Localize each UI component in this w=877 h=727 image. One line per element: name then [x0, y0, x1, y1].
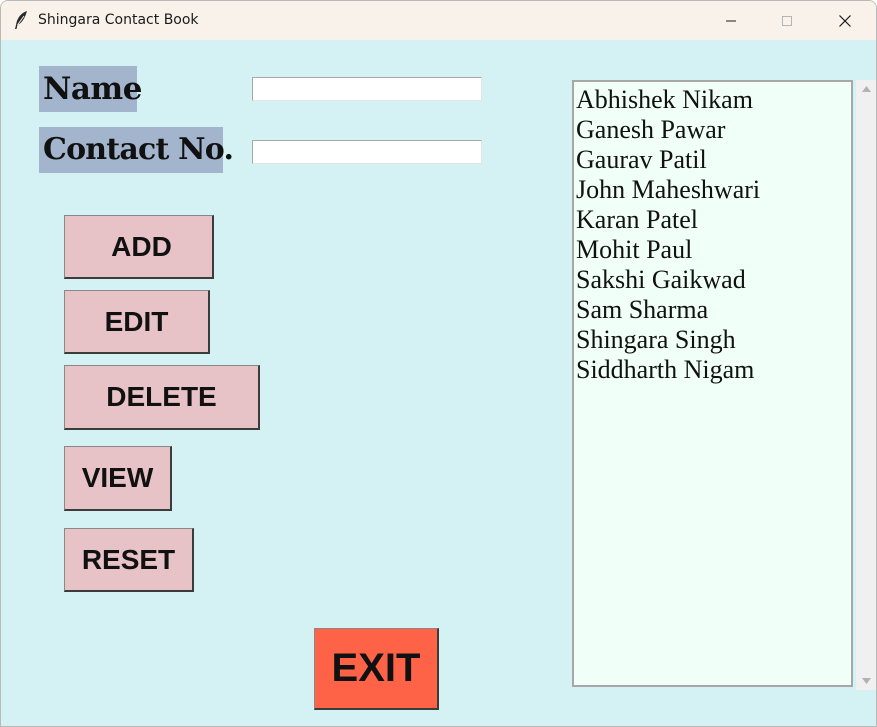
contact-list-item[interactable]: Shingara Singh [576, 325, 849, 355]
view-button[interactable]: VIEW [64, 446, 172, 511]
title-bar[interactable]: Shingara Contact Book [1, 1, 876, 40]
contact-list-item[interactable]: Sam Sharma [576, 295, 849, 325]
contact-list-item[interactable]: Gaurav Patil [576, 145, 849, 175]
contact-list-item[interactable]: Ganesh Pawar [576, 115, 849, 145]
maximize-icon [782, 15, 792, 26]
contact-list-item[interactable]: Sakshi Gaikwad [576, 265, 849, 295]
contact-no-label: Contact No. [39, 127, 234, 173]
scroll-down-arrow-icon[interactable] [856, 672, 876, 690]
contact-list-item[interactable]: Mohit Paul [576, 235, 849, 265]
minimize-button[interactable] [708, 1, 754, 40]
vertical-scrollbar[interactable] [856, 80, 876, 690]
name-input[interactable] [252, 77, 482, 101]
contact-no-input[interactable] [252, 140, 482, 164]
exit-button[interactable]: EXIT [314, 628, 439, 710]
window-title: Shingara Contact Book [38, 12, 199, 28]
feather-icon [12, 10, 30, 30]
contact-list-item[interactable]: Karan Patel [576, 205, 849, 235]
contact-list-item[interactable]: John Maheshwari [576, 175, 849, 205]
maximize-button[interactable] [764, 1, 810, 40]
scroll-up-arrow-icon[interactable] [856, 80, 876, 98]
delete-button[interactable]: DELETE [64, 365, 260, 430]
contacts-listbox[interactable]: Abhishek Nikam Ganesh Pawar Gaurav Patil… [572, 80, 853, 687]
name-label: Name [39, 66, 142, 112]
app-window: Shingara Contact Book Name Contact No. A… [0, 0, 877, 727]
close-icon [839, 14, 851, 27]
edit-button[interactable]: EDIT [64, 290, 210, 354]
contact-list-item[interactable]: Abhishek Nikam [576, 85, 849, 115]
reset-button[interactable]: RESET [64, 528, 194, 592]
close-button[interactable] [822, 1, 868, 40]
add-button[interactable]: ADD [64, 215, 214, 279]
minimize-icon [726, 20, 736, 21]
contact-list-item[interactable]: Siddharth Nigam [576, 355, 849, 385]
